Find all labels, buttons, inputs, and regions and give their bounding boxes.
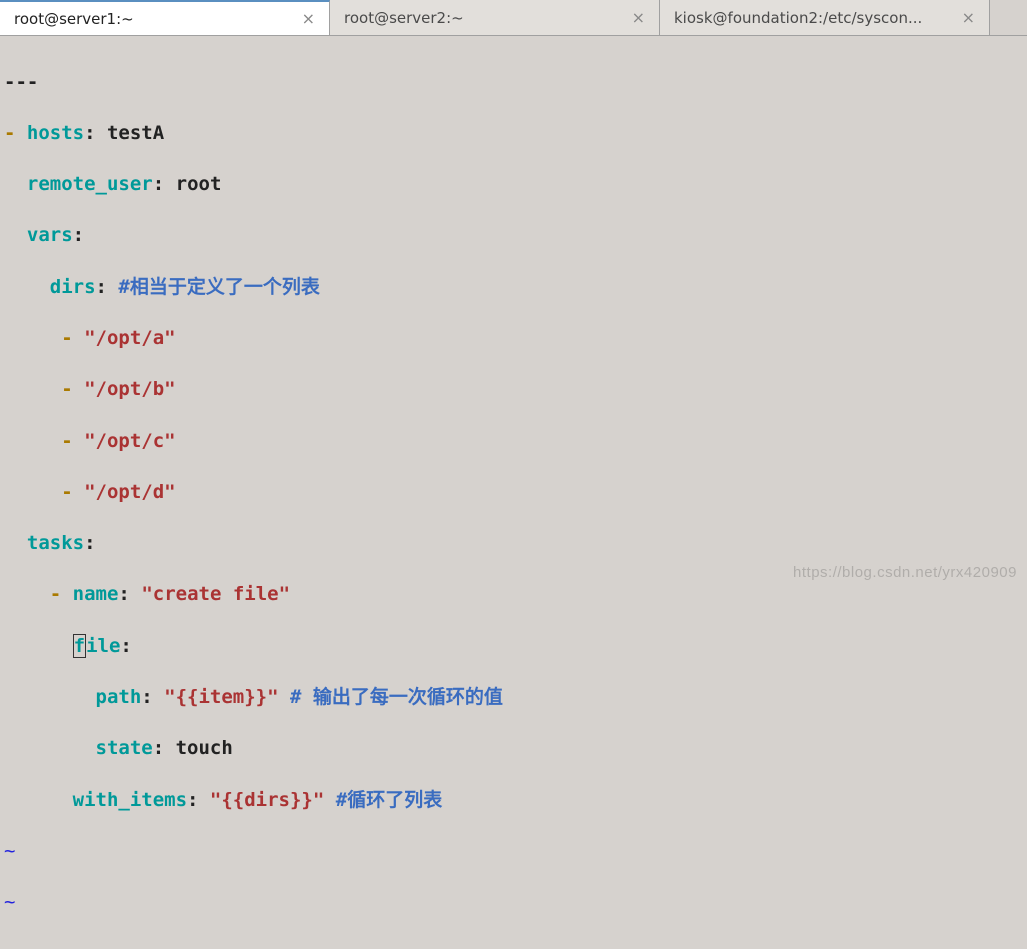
tab-bar: root@server1:~ × root@server2:~ × kiosk@… — [0, 0, 1027, 36]
path-key: path — [96, 686, 142, 708]
list-dash: - — [61, 327, 84, 349]
file-key-cursor: f — [73, 634, 86, 658]
yaml-dash: - — [4, 122, 27, 144]
hosts-key: hosts — [27, 122, 84, 144]
tab-label: root@server2:~ — [344, 9, 464, 27]
path-val: "{{item}}" — [164, 686, 278, 708]
file-key-rest: ile — [86, 635, 120, 657]
dir-item-3: "/opt/d" — [84, 481, 176, 503]
list-dash: - — [61, 430, 84, 452]
path-comment: # 输出了每一次循环的值 — [290, 686, 503, 708]
state-key: state — [96, 737, 153, 759]
dirs-comment: #相当于定义了一个列表 — [118, 276, 319, 298]
remote-user-key: remote_user — [27, 173, 153, 195]
name-key: name — [73, 583, 119, 605]
remote-user-val: root — [176, 173, 222, 195]
tab-label: kiosk@foundation2:/etc/syscon... — [674, 9, 922, 27]
dirs-key: dirs — [50, 276, 96, 298]
name-val: "create file" — [141, 583, 290, 605]
with-items-comment: #循环了列表 — [336, 789, 442, 811]
vim-tilde: ~ — [4, 840, 15, 862]
dir-item-2: "/opt/c" — [84, 430, 176, 452]
list-dash: - — [61, 378, 84, 400]
dir-item-1: "/opt/b" — [84, 378, 176, 400]
yaml-doc-start: --- — [4, 71, 38, 93]
tab-foundation2[interactable]: kiosk@foundation2:/etc/syscon... × — [660, 0, 990, 35]
tab-label: root@server1:~ — [14, 10, 134, 28]
list-dash: - — [50, 583, 73, 605]
state-val: touch — [176, 737, 233, 759]
with-items-val: "{{dirs}}" — [210, 789, 324, 811]
close-icon[interactable]: × — [958, 8, 979, 27]
dir-item-0: "/opt/a" — [84, 327, 176, 349]
close-icon[interactable]: × — [628, 8, 649, 27]
tasks-key: tasks — [27, 532, 84, 554]
tab-server1[interactable]: root@server1:~ × — [0, 0, 330, 35]
vars-key: vars — [27, 224, 73, 246]
editor-content[interactable]: --- - hosts: testA remote_user: root var… — [0, 36, 1027, 949]
vim-tilde: ~ — [4, 891, 15, 913]
with-items-key: with_items — [73, 789, 187, 811]
tab-server2[interactable]: root@server2:~ × — [330, 0, 660, 35]
list-dash: - — [61, 481, 84, 503]
hosts-val: testA — [107, 122, 164, 144]
close-icon[interactable]: × — [298, 9, 319, 28]
